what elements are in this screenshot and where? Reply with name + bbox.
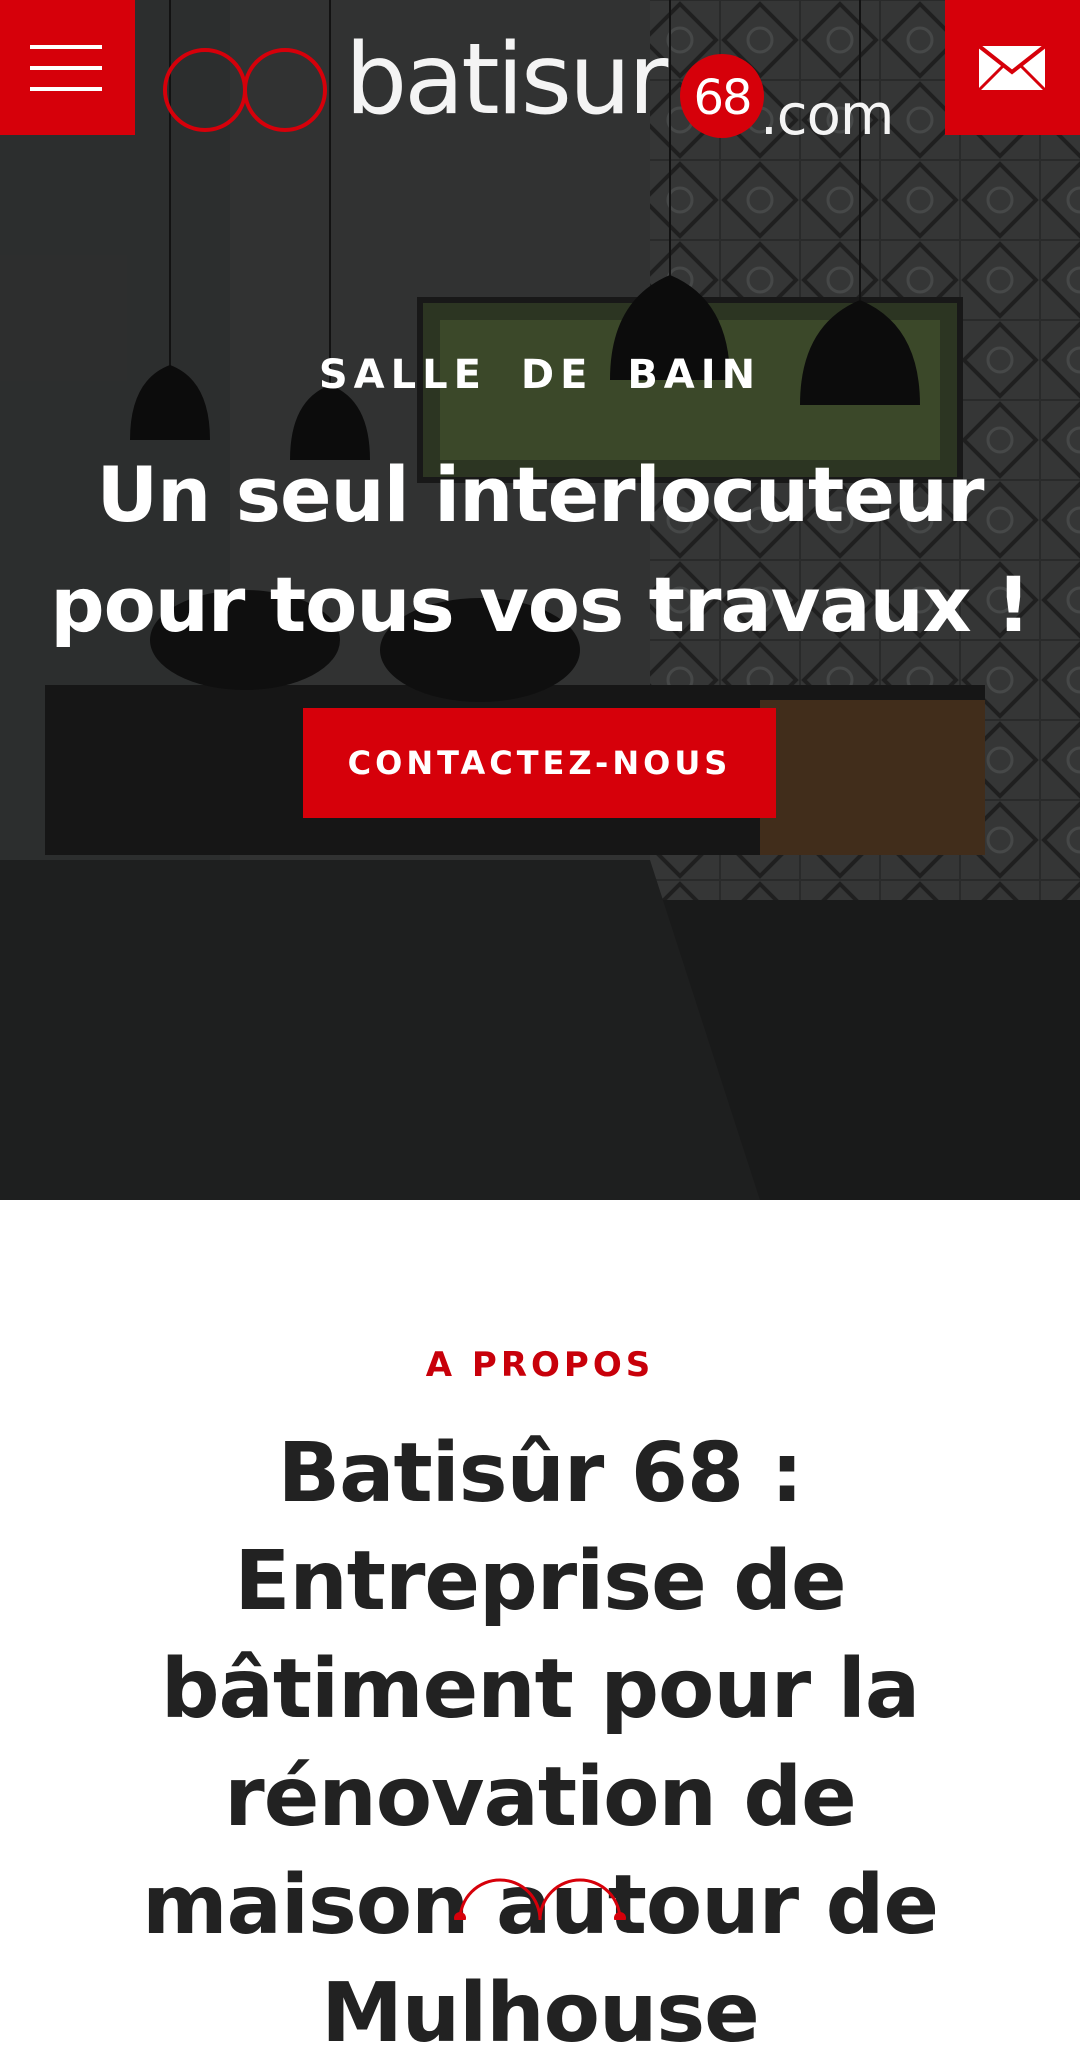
- contact-us-button[interactable]: CONTACTEZ-NOUS: [303, 708, 776, 818]
- logo-number: 68: [693, 70, 752, 126]
- hero-title: Un seul interlocuteur pour tous vos trav…: [50, 450, 1031, 649]
- about-title: Batisûr 68 : Entreprise de bâtiment pour…: [142, 1426, 939, 2061]
- double-circle-logo-icon: [163, 48, 327, 132]
- contact-mail-button[interactable]: [945, 0, 1080, 135]
- logo-suffix: .com: [760, 83, 894, 148]
- hero-section: SALLE DE BAIN Un seul interlocuteur pour…: [0, 0, 1080, 1200]
- about-kicker: A PROPOS: [425, 1345, 655, 1385]
- hero-kicker: SALLE DE BAIN: [318, 352, 762, 398]
- envelope-icon: [977, 44, 1047, 92]
- double-circle-logo-icon: [454, 1878, 626, 1920]
- site-logo[interactable]: batisur 68 .com: [160, 20, 900, 148]
- logo-wordmark: batisur: [345, 23, 668, 137]
- menu-button[interactable]: [0, 0, 135, 135]
